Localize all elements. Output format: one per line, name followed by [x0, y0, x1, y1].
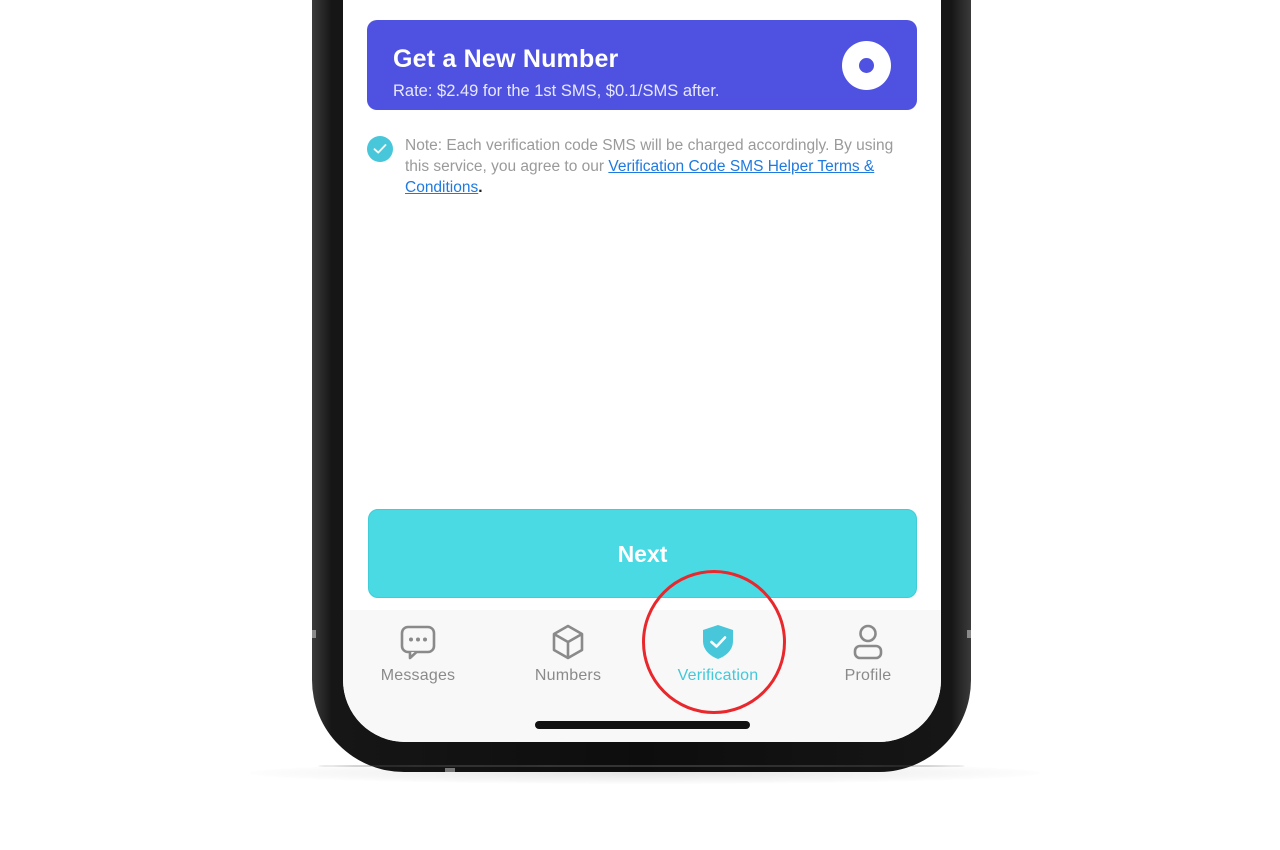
next-button[interactable]: Next — [368, 509, 917, 598]
antenna-band-right — [967, 630, 971, 638]
checkmark-icon — [373, 144, 387, 154]
tab-profile[interactable]: Profile — [793, 610, 941, 710]
person-icon — [853, 624, 883, 660]
tab-label-numbers: Numbers — [534, 667, 602, 684]
tab-label-messages: Messages — [380, 667, 456, 684]
antenna-band-left — [312, 630, 316, 638]
note-period: . — [478, 179, 483, 196]
phone-screen: Get a New Number Rate: $2.49 for the 1st… — [343, 0, 941, 742]
stage: Get a New Number Rate: $2.49 for the 1st… — [0, 0, 1280, 850]
plan-rate: Rate: $2.49 for the 1st SMS, $0.1/SMS af… — [393, 82, 720, 100]
tab-messages[interactable]: Messages — [343, 610, 493, 710]
tab-label-verification: Verification — [677, 667, 759, 684]
radio-dot — [859, 58, 874, 73]
plan-title: Get a New Number — [393, 45, 619, 73]
tab-label-profile: Profile — [844, 667, 892, 684]
home-indicator[interactable] — [535, 721, 750, 729]
tab-verification[interactable]: Verification — [643, 610, 793, 710]
get-new-number-option[interactable]: Get a New Number Rate: $2.49 for the 1st… — [367, 20, 917, 110]
note-text: Note: Each verification code SMS will be… — [405, 135, 905, 198]
tab-numbers[interactable]: Numbers — [493, 610, 643, 710]
note-line-1: Note: Each verification code SMS will be… — [405, 137, 830, 154]
shield-check-icon — [703, 625, 733, 659]
agree-checkbox[interactable] — [367, 136, 393, 162]
phone-edge — [318, 765, 965, 767]
bottom-port — [445, 768, 455, 772]
message-bubble-icon — [400, 625, 436, 660]
box-icon — [552, 624, 584, 660]
plan-radio-selected-icon[interactable] — [842, 41, 891, 90]
